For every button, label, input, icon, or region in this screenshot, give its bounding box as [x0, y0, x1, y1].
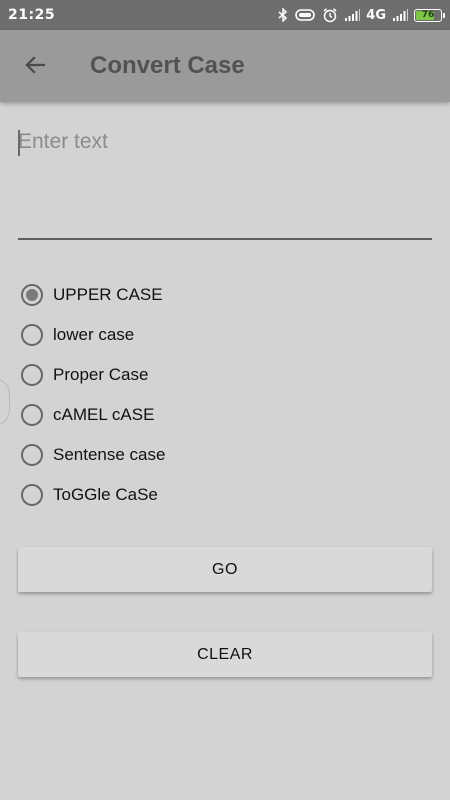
- battery-level: 76: [421, 10, 435, 20]
- page-title: Convert Case: [90, 52, 245, 79]
- clear-button[interactable]: CLEAR: [18, 632, 432, 677]
- screen: 21:25 4G 76 Convert Case Enter text UPPE…: [0, 0, 450, 800]
- arrow-back-icon: [23, 53, 47, 81]
- radio-button[interactable]: [21, 484, 43, 506]
- radio-camel-case[interactable]: cAMEL cASE: [18, 395, 432, 435]
- radio-upper-case[interactable]: UPPER CASE: [18, 275, 432, 315]
- radio-label: lower case: [53, 325, 135, 344]
- alarm-icon: [322, 7, 338, 23]
- radio-proper-case[interactable]: Proper Case: [18, 355, 432, 395]
- status-icons: 4G 76: [278, 7, 445, 23]
- radio-label: Sentense case: [53, 445, 166, 464]
- radio-button[interactable]: [21, 404, 43, 426]
- vibrate-icon: [294, 8, 316, 22]
- radio-sentence-case[interactable]: Sentense case: [18, 435, 432, 475]
- network-type: 4G: [366, 7, 386, 23]
- radio-button[interactable]: [21, 444, 43, 466]
- radio-button[interactable]: [21, 284, 43, 306]
- status-time: 21:25: [8, 7, 56, 23]
- text-cursor: [18, 130, 20, 156]
- radio-label: Proper Case: [53, 365, 149, 384]
- edge-handle: [0, 378, 10, 426]
- radio-button[interactable]: [21, 364, 43, 386]
- signal-icon: [344, 8, 361, 22]
- case-radio-group: UPPER CASE lower case Proper Case cAMEL …: [18, 275, 432, 515]
- radio-label: UPPER CASE: [53, 285, 163, 304]
- radio-button[interactable]: [21, 324, 43, 346]
- text-input[interactable]: [18, 120, 432, 238]
- signal-icon: [392, 8, 408, 22]
- back-button[interactable]: [20, 52, 50, 82]
- radio-label: ToGGle CaSe: [53, 485, 158, 504]
- status-bar: 21:25 4G 76: [0, 0, 450, 30]
- radio-selected-dot: [26, 289, 38, 301]
- text-input-container: [18, 120, 432, 240]
- bluetooth-icon: [278, 8, 288, 22]
- radio-label: cAMEL cASE: [53, 405, 155, 424]
- radio-toggle-case[interactable]: ToGGle CaSe: [18, 475, 432, 515]
- app-bar: Convert Case: [0, 30, 450, 102]
- radio-lower-case[interactable]: lower case: [18, 315, 432, 355]
- go-button[interactable]: GO: [18, 547, 432, 592]
- battery-icon: 76: [414, 8, 445, 22]
